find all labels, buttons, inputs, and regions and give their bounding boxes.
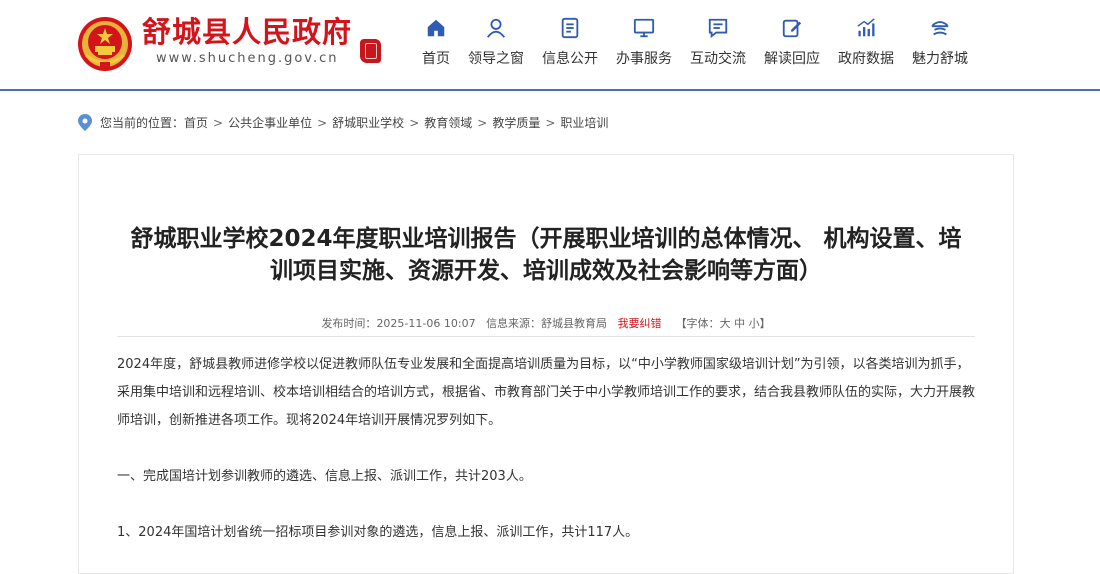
nav-item-interpretation[interactable]: 解读回应 xyxy=(764,16,820,68)
article-paragraph: 2024年度，舒城县教师进修学校以促进教师队伍专业发展和全面提高培训质量为目标，… xyxy=(117,357,976,428)
breadcrumb-link-education[interactable]: 教育领域 xyxy=(424,114,472,131)
correction-link[interactable]: 我要纠错 xyxy=(618,317,662,330)
breadcrumb-link-teaching-quality[interactable]: 教学质量 xyxy=(492,114,540,131)
source-value: 舒城县教育局 xyxy=(541,317,608,330)
document-icon xyxy=(558,16,582,40)
nav-item-charm[interactable]: 魅力舒城 xyxy=(912,16,968,68)
nav-item-leaders[interactable]: 领导之窗 xyxy=(468,16,524,68)
nav-label: 互动交流 xyxy=(690,51,746,67)
breadcrumb-separator: > xyxy=(213,115,224,130)
breadcrumb-separator: > xyxy=(317,115,328,130)
nav-label: 魅力舒城 xyxy=(912,51,968,67)
article-title: 舒城职业学校2024年度职业培训报告（开展职业培训的总体情况、 机构设置、培训项… xyxy=(130,226,962,284)
landmark-icon xyxy=(928,16,952,40)
nav-item-interaction[interactable]: 互动交流 xyxy=(690,16,746,68)
nav-label: 办事服务 xyxy=(616,51,672,67)
nav-item-data[interactable]: 政府数据 xyxy=(838,16,894,68)
nav-item-info[interactable]: 信息公开 xyxy=(542,16,598,68)
header-divider xyxy=(0,89,1100,91)
seal-stamp-icon xyxy=(360,39,381,63)
source-label: 信息来源： xyxy=(486,317,542,330)
article-paragraph: 一、完成国培计划参训教师的遴选、信息上报、派训工作，共计203人。 xyxy=(117,469,532,484)
site-title[interactable]: 舒城县人民政府 xyxy=(142,14,352,50)
breadcrumb-separator: > xyxy=(545,115,556,130)
nav-label: 信息公开 xyxy=(542,51,598,67)
nav-label: 政府数据 xyxy=(838,51,894,67)
site-header: 舒城县人民政府 www.shucheng.gov.cn 首页 领导之窗 信息公开 xyxy=(0,0,1100,91)
main-nav: 首页 领导之窗 信息公开 办事服务 互动交流 解读回应 政府数据 魅力舒城 xyxy=(422,16,986,68)
monitor-icon xyxy=(632,16,656,40)
meta-divider xyxy=(117,336,975,337)
breadcrumb: 您当前的位置： 首页 > 公共企事业单位 > 舒城职业学校 > 教育领域 > 教… xyxy=(78,114,608,131)
breadcrumb-prefix: 您当前的位置： xyxy=(100,116,185,130)
nav-label: 首页 xyxy=(422,51,450,67)
nav-label: 领导之窗 xyxy=(468,51,524,67)
chat-icon xyxy=(706,16,730,40)
nav-item-home[interactable]: 首页 xyxy=(422,16,450,68)
publish-time: 2025-11-06 10:07 xyxy=(376,317,476,330)
national-emblem-icon[interactable] xyxy=(76,15,134,73)
breadcrumb-link-vocational-training[interactable]: 职业培训 xyxy=(560,114,608,131)
breadcrumb-link-public-institutions[interactable]: 公共企事业单位 xyxy=(228,114,312,131)
breadcrumb-separator: > xyxy=(477,115,488,130)
publish-label: 发布时间： xyxy=(321,317,377,330)
nav-item-services[interactable]: 办事服务 xyxy=(616,16,672,68)
chart-icon xyxy=(854,16,878,40)
home-icon xyxy=(424,16,448,40)
font-size-label: 【字体： xyxy=(675,317,720,330)
font-size-small-button[interactable]: 小 xyxy=(749,317,760,330)
font-size-medium-button[interactable]: 中 xyxy=(734,317,745,330)
font-size-large-button[interactable]: 大 xyxy=(720,317,731,330)
breadcrumb-link-school[interactable]: 舒城职业学校 xyxy=(332,114,404,131)
article-meta: 发布时间：2025-11-06 10:07 信息来源：舒城县教育局 我要纠错 【… xyxy=(79,315,1013,331)
breadcrumb-link-home[interactable]: 首页 xyxy=(184,114,208,131)
breadcrumb-separator: > xyxy=(409,115,420,130)
font-size-close: 】 xyxy=(759,317,771,330)
article-paragraph: 1、2024年国培计划省统一招标项目参训对象的遴选，信息上报、派训工作，共计11… xyxy=(117,525,639,540)
site-url: www.shucheng.gov.cn xyxy=(156,51,339,66)
location-pin-icon xyxy=(78,114,92,131)
person-icon xyxy=(484,16,508,40)
nav-label: 解读回应 xyxy=(764,51,820,67)
article-panel: 舒城职业学校2024年度职业培训报告（开展职业培训的总体情况、 机构设置、培训项… xyxy=(78,154,1014,574)
article-body: 2024年度，舒城县教师进修学校以促进教师队伍专业发展和全面提高培训质量为目标，… xyxy=(117,351,975,547)
edit-icon xyxy=(780,16,804,40)
